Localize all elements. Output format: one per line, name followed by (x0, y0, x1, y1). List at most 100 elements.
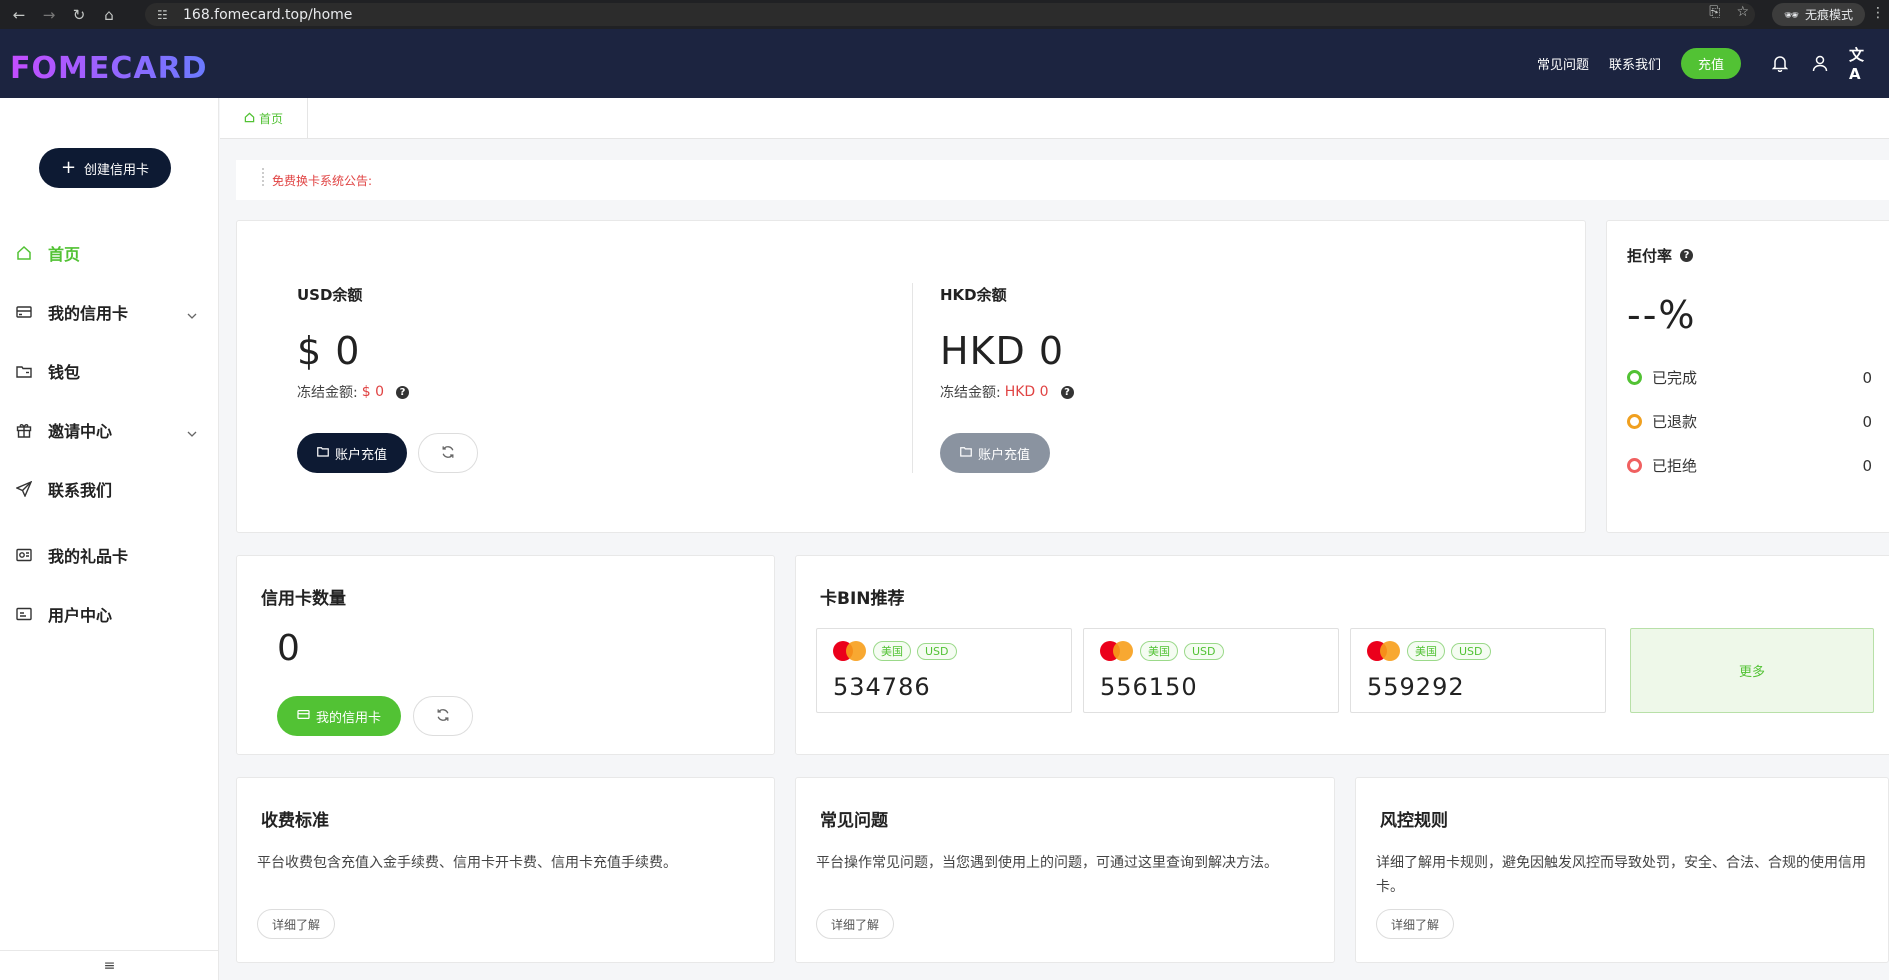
chevron-down-icon (187, 422, 197, 441)
info-text: 平台操作常见问题，当您遇到使用上的问题，可通过这里查询到解决方法。 (816, 855, 1278, 871)
hkd-balance: HKD余额 HKD 0 冻结金额: HKD 0 ? 账户充值 (940, 284, 1074, 473)
sidebar-item-user-center[interactable]: 用户中心 (0, 584, 219, 643)
sidebar-item-wallet[interactable]: 钱包 (0, 341, 219, 400)
rejection-percent: --% (1627, 293, 1697, 337)
mastercard-icon (1100, 641, 1134, 661)
browser-toolbar: ← → ↻ ⌂ ☷ 168.fomecard.top/home ⎘ ☆ 🕶 无痕… (0, 0, 1889, 29)
balance-card: USD余额 $ 0 冻结金额: $ 0 ? 账户充值 HKD余额 HKD 0 冻… (236, 220, 1586, 533)
sidebar-collapse-icon[interactable]: ≡ (0, 950, 219, 980)
chevron-down-icon (187, 304, 197, 323)
contact-link[interactable]: 联系我们 (1609, 54, 1661, 73)
learn-more-button[interactable]: 详细了解 (257, 909, 336, 939)
bell-icon[interactable] (1769, 53, 1791, 75)
url-text: 168.fomecard.top/home (183, 6, 353, 23)
help-icon[interactable]: ? (1060, 385, 1074, 399)
card-icon (14, 305, 34, 319)
home-button-icon[interactable]: ⌂ (98, 4, 120, 26)
tab-strip: 首页 (220, 98, 1889, 139)
sidebar-item-home[interactable]: 首页 (0, 223, 219, 282)
sidebar-item-contact[interactable]: 联系我们 (0, 459, 219, 518)
country-tag: 美国 (873, 641, 911, 661)
learn-more-button[interactable]: 详细了解 (816, 909, 895, 939)
usd-frozen-value: $ 0 (361, 384, 384, 400)
bookmark-star-icon[interactable]: ☆ (1736, 4, 1749, 20)
incognito-badge[interactable]: 🕶 无痕模式 (1771, 3, 1865, 26)
currency-tag: USD (1451, 642, 1491, 660)
create-card-button[interactable]: + 创建信用卡 (39, 148, 171, 188)
forward-icon[interactable]: → (38, 4, 60, 26)
rejection-row-refunded: 已退款 0 (1627, 411, 1872, 432)
logo[interactable]: FOMECARD (10, 51, 208, 86)
giftcard-icon (14, 548, 34, 562)
bin-title: 卡BIN推荐 (820, 589, 905, 609)
folder-icon (960, 446, 972, 461)
bin-number: 556150 (1100, 673, 1198, 701)
sidebar-item-my-cards[interactable]: 我的信用卡 (0, 282, 219, 341)
card-count-card: 信用卡数量 0 我的信用卡 (236, 555, 775, 755)
sidebar-menu: 首页 我的信用卡 钱包 邀请中心 联系我们 我的礼品卡 用户中心 (0, 223, 219, 643)
info-title: 常见问题 (820, 811, 888, 831)
recharge-button[interactable]: 充值 (1680, 48, 1741, 79)
reload-icon[interactable]: ↻ (68, 4, 90, 26)
usd-balance: USD余额 $ 0 冻结金额: $ 0 ? 账户充值 (297, 284, 479, 473)
info-title: 风控规则 (1380, 811, 1448, 831)
sidebar: + 创建信用卡 首页 我的信用卡 钱包 邀请中心 联系我们 我的礼品卡 用户中心… (0, 98, 219, 980)
notice-divider (262, 168, 264, 186)
notice-text[interactable]: 免费换卡系统公告: (272, 172, 372, 189)
country-tag: 美国 (1407, 641, 1445, 661)
currency-tag: USD (1184, 642, 1224, 660)
status-dot-icon (1627, 458, 1642, 473)
user-icon[interactable] (1809, 53, 1831, 75)
site-settings-icon[interactable]: ☷ (157, 8, 173, 22)
country-tag: 美国 (1140, 641, 1178, 661)
send-icon (14, 480, 34, 497)
hkd-recharge-button[interactable]: 账户充值 (940, 433, 1051, 473)
bin-item[interactable]: 美国 USD 559292 (1350, 628, 1606, 713)
balance-divider (912, 283, 913, 473)
hkd-frozen: 冻结金额: HKD 0 ? (940, 382, 1074, 402)
sidebar-item-invite-center[interactable]: 邀请中心 (0, 400, 219, 459)
info-text: 平台收费包含充值入金手续费、信用卡开卡费、信用卡充值手续费。 (257, 855, 677, 871)
app-header: FOMECARD 常见问题 联系我们 充值 文A (0, 29, 1889, 98)
rejection-row-completed: 已完成 0 (1627, 367, 1872, 388)
learn-more-button[interactable]: 详细了解 (1376, 909, 1455, 939)
help-icon[interactable]: ? (395, 385, 409, 399)
refresh-icon (441, 444, 455, 463)
faq-link[interactable]: 常见问题 (1537, 54, 1589, 73)
tab-home[interactable]: 首页 (220, 98, 308, 139)
refresh-icon (436, 707, 450, 726)
language-icon[interactable]: 文A (1849, 46, 1871, 83)
usd-balance-amount: $ 0 (297, 329, 361, 373)
bin-number: 559292 (1367, 673, 1465, 701)
card-count-value: 0 (277, 628, 300, 669)
mastercard-icon (833, 641, 867, 661)
faq-card: 常见问题 平台操作常见问题，当您遇到使用上的问题，可通过这里查询到解决方法。 详… (795, 777, 1335, 963)
incognito-icon: 🕶 (1783, 7, 1799, 22)
rejection-rate-card: 拒付率 ? --% 已完成 0 已退款 0 已拒绝 0 (1606, 220, 1889, 533)
wallet-icon (14, 364, 34, 378)
bin-item[interactable]: 美国 USD 556150 (1083, 628, 1339, 713)
address-bar[interactable]: ☷ 168.fomecard.top/home (145, 3, 1755, 26)
browser-menu-icon[interactable]: ⋮ (1871, 5, 1885, 21)
bin-item[interactable]: 美国 USD 534786 (816, 628, 1072, 713)
folder-icon (317, 446, 329, 461)
bin-more-button[interactable]: 更多 (1630, 628, 1874, 713)
bin-recommend-card: 卡BIN推荐 美国 USD 534786 美国 USD 556150 美国 US… (795, 555, 1889, 755)
my-cards-button[interactable]: 我的信用卡 (277, 696, 402, 736)
card-count-refresh-button[interactable] (413, 696, 474, 736)
notice-bar: 免费换卡系统公告: (236, 160, 1889, 200)
sidebar-item-gift-cards[interactable]: 我的礼品卡 (0, 525, 219, 584)
currency-tag: USD (917, 642, 957, 660)
usd-refresh-button[interactable] (418, 433, 479, 473)
status-dot-icon (1627, 414, 1642, 429)
gift-box-icon (14, 422, 34, 438)
card-icon (297, 709, 310, 724)
bin-number: 534786 (833, 673, 931, 701)
translate-icon[interactable]: ⎘ (1709, 4, 1720, 20)
usd-recharge-button[interactable]: 账户充值 (297, 433, 408, 473)
help-icon[interactable]: ? (1680, 249, 1694, 262)
fee-standard-card: 收费标准 平台收费包含充值入金手续费、信用卡开卡费、信用卡充值手续费。 详细了解 (236, 777, 775, 963)
home-icon (14, 245, 34, 261)
back-icon[interactable]: ← (8, 4, 30, 26)
hkd-frozen-value: HKD 0 (1004, 384, 1049, 400)
